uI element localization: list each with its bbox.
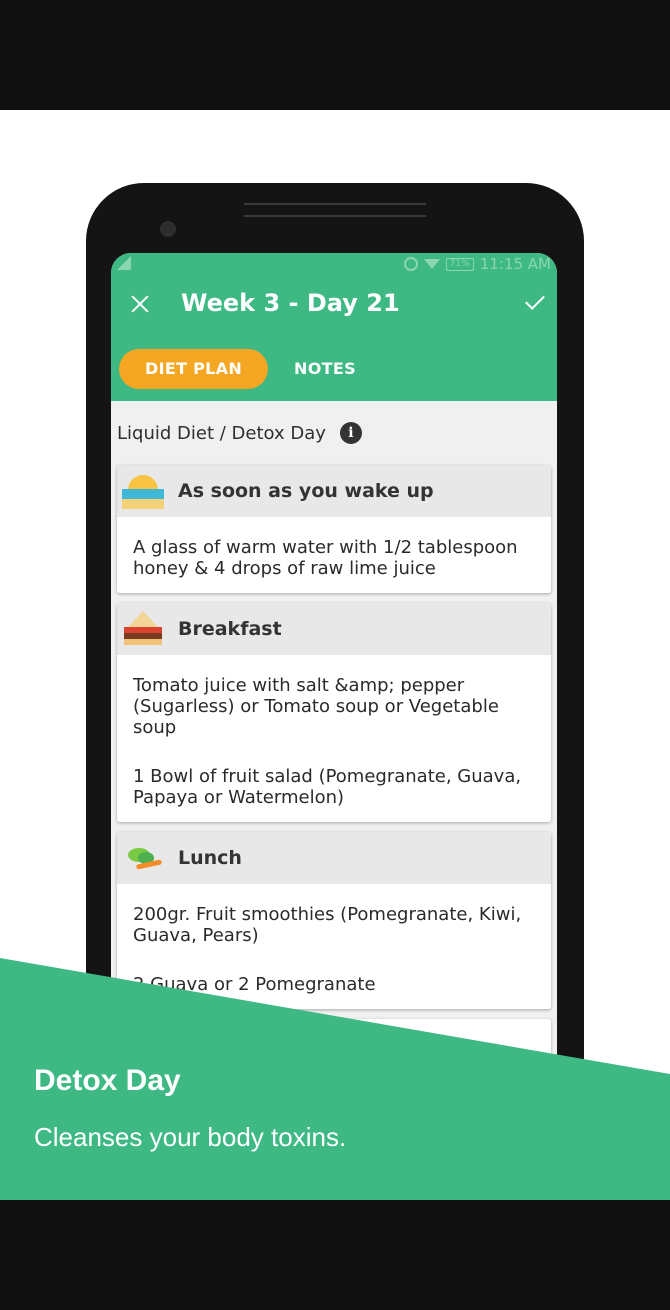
plan-subtitle-label: Liquid Diet / Detox Day	[117, 422, 326, 444]
promo-canvas: 71% 11:15 AM Week 3 - Day 21 DIET PLAN N…	[0, 110, 670, 1200]
sandwich-icon	[122, 611, 164, 647]
info-icon[interactable]: i	[339, 422, 362, 444]
meal-item: 200gr. Fruit smoothies (Pomegranate, Kiw…	[133, 904, 522, 946]
meal-card-next	[117, 1019, 551, 1079]
meal-card-breakfast: Breakfast Tomato juice with salt &amp; p…	[117, 603, 551, 822]
phone-camera	[160, 221, 176, 237]
meal-card-header: Breakfast	[117, 603, 551, 655]
phone-frame: 71% 11:15 AM Week 3 - Day 21 DIET PLAN N…	[86, 183, 584, 1200]
meal-card-lunch: Lunch 200gr. Fruit smoothies (Pomegranat…	[117, 832, 551, 1009]
signal-icon	[117, 256, 131, 270]
diet-plan-content: Liquid Diet / Detox Day i As soon as you…	[111, 401, 557, 1079]
meal-item: Tomato juice with salt &amp; pepper (Sug…	[133, 675, 499, 738]
close-icon[interactable]	[129, 293, 151, 315]
meal-item: 2 Guava or 2 Pomegranate	[133, 974, 376, 995]
battery-icon: 71%	[445, 257, 474, 271]
tab-diet-plan[interactable]: DIET PLAN	[119, 349, 269, 389]
check-icon[interactable]	[523, 291, 545, 313]
wifi-icon	[423, 259, 440, 269]
alarm-icon	[403, 257, 418, 271]
sunrise-icon	[122, 473, 164, 509]
phone-screen: 71% 11:15 AM Week 3 - Day 21 DIET PLAN N…	[111, 253, 557, 1200]
meal-card-wake-up: As soon as you wake up A glass of warm w…	[117, 465, 551, 593]
salad-icon	[122, 840, 164, 876]
tab-bar: DIET PLAN NOTES	[119, 349, 382, 389]
status-time: 11:15 AM	[479, 255, 551, 273]
meal-title: Breakfast	[178, 618, 282, 640]
page-title: Week 3 - Day 21	[181, 289, 400, 317]
phone-speaker	[244, 203, 426, 219]
meal-item: 1 Bowl of fruit salad (Pomegranate, Guav…	[133, 766, 522, 808]
meal-card-header: Lunch	[117, 832, 551, 884]
meal-title: Lunch	[178, 847, 242, 869]
meal-title: As soon as you wake up	[178, 480, 434, 502]
status-bar: 71% 11:15 AM	[111, 253, 557, 275]
toolbar: Week 3 - Day 21	[111, 275, 557, 335]
app-bar: 71% 11:15 AM Week 3 - Day 21 DIET PLAN N…	[111, 253, 557, 401]
tab-notes[interactable]: NOTES	[268, 349, 382, 389]
meal-item: A glass of warm water with 1/2 tablespoo…	[133, 537, 518, 579]
meal-card-header: As soon as you wake up	[117, 465, 551, 517]
plan-subtitle: Liquid Diet / Detox Day i	[117, 401, 551, 465]
